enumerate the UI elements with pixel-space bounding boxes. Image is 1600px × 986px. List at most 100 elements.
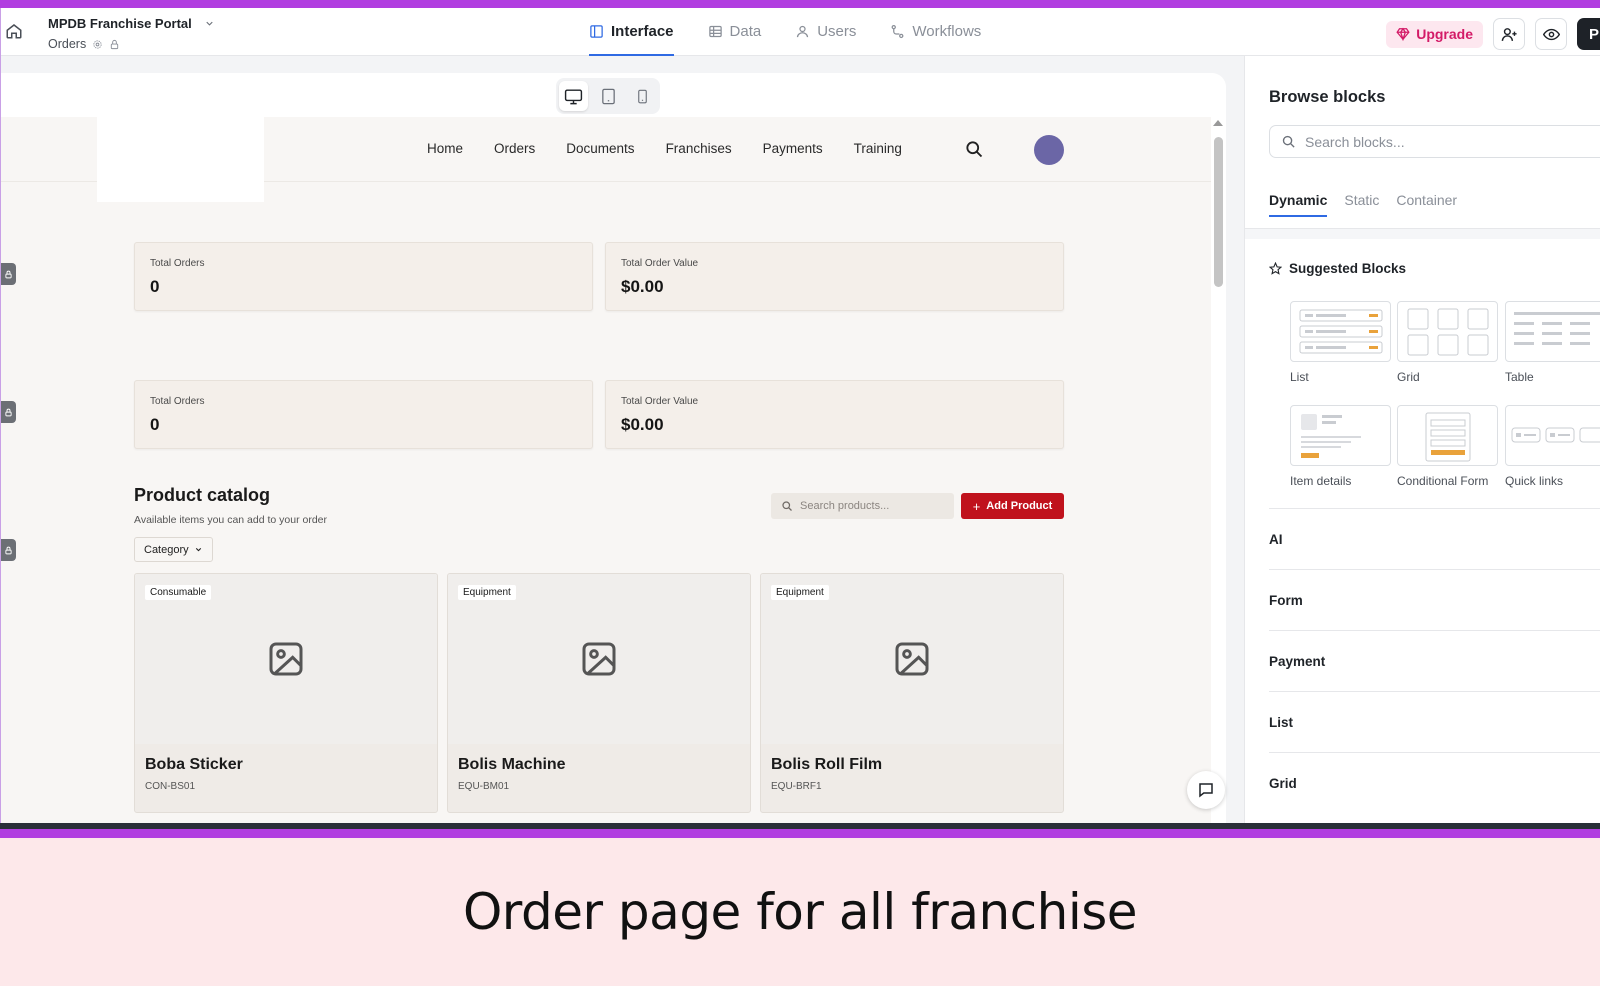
nav-documents[interactable]: Documents xyxy=(566,141,634,156)
preview-scrollbar[interactable] xyxy=(1211,117,1226,823)
caption-banner: Order page for all franchise xyxy=(0,838,1600,986)
product-search-input[interactable]: Search products... xyxy=(771,493,954,519)
block-label: List xyxy=(1290,370,1309,384)
app-window: MPDB Franchise Portal Orders Interface D… xyxy=(0,8,1600,823)
product-sku: EQU-BM01 xyxy=(458,781,510,792)
mobile-view-button[interactable] xyxy=(628,81,657,111)
publish-button[interactable]: P xyxy=(1577,18,1600,50)
top-actions: Upgrade P xyxy=(1386,18,1600,50)
category-badge: Consumable xyxy=(145,585,212,600)
block-category-ai[interactable]: AI xyxy=(1269,508,1600,569)
block-label: Grid xyxy=(1397,370,1420,384)
tab-container[interactable]: Container xyxy=(1396,192,1457,217)
block-tile-quick-links[interactable] xyxy=(1505,405,1600,466)
eye-icon xyxy=(1542,28,1560,40)
user-icon xyxy=(797,25,809,38)
nav-orders[interactable]: Orders xyxy=(494,141,535,156)
tab-dynamic[interactable]: Dynamic xyxy=(1269,192,1328,217)
nav-payments[interactable]: Payments xyxy=(763,141,823,156)
divider xyxy=(1245,229,1600,239)
browse-blocks-panel: Browse blocks Search blocks... Dynamic S… xyxy=(1244,56,1600,823)
scroll-thumb[interactable] xyxy=(1214,137,1223,287)
preview-frame: Home Orders Documents Franchises Payment… xyxy=(1,73,1226,823)
block-tabs: Dynamic Static Container xyxy=(1269,192,1474,217)
home-icon[interactable] xyxy=(3,20,25,42)
preview-button[interactable] xyxy=(1535,18,1567,50)
nav-franchises[interactable]: Franchises xyxy=(666,141,732,156)
table-icon xyxy=(708,25,722,38)
lock-icon xyxy=(5,270,12,278)
tab-data[interactable]: Data xyxy=(708,8,761,55)
page-name: Orders xyxy=(48,37,87,51)
nav-training[interactable]: Training xyxy=(854,141,902,156)
site-navbar: Home Orders Documents Franchises Payment… xyxy=(1,117,1211,202)
locked-block-handle[interactable] xyxy=(1,539,16,561)
stat-card-total-order-value[interactable]: Total Order Value $0.00 xyxy=(605,242,1064,311)
block-category-grid[interactable]: Grid xyxy=(1269,752,1600,813)
image-icon xyxy=(582,642,616,676)
locked-block-handle[interactable] xyxy=(1,401,16,423)
canvas-area: Home Orders Documents Franchises Payment… xyxy=(1,56,1244,823)
block-label: Item details xyxy=(1290,474,1352,488)
chat-icon xyxy=(1199,783,1213,798)
invite-user-button[interactable] xyxy=(1493,18,1525,50)
block-label: Table xyxy=(1505,370,1534,384)
block-search-input[interactable]: Search blocks... xyxy=(1269,125,1600,158)
product-sku: EQU-BRF1 xyxy=(771,781,822,792)
block-tile-table[interactable] xyxy=(1505,301,1600,362)
tab-workflows[interactable]: Workflows xyxy=(890,8,981,55)
top-bar: MPDB Franchise Portal Orders Interface D… xyxy=(1,8,1600,56)
category-badge: Equipment xyxy=(771,585,829,600)
stat-card-total-orders[interactable]: Total Orders 0 xyxy=(134,242,593,311)
chevron-down-icon[interactable] xyxy=(204,18,215,29)
category-badge: Equipment xyxy=(458,585,516,600)
main-tabs: Interface Data Users Workflows xyxy=(589,8,1015,56)
tab-users[interactable]: Users xyxy=(795,8,856,55)
avatar[interactable] xyxy=(1034,135,1064,165)
panel-title: Browse blocks xyxy=(1269,88,1386,106)
site-nav-links: Home Orders Documents Franchises Payment… xyxy=(427,141,933,156)
search-icon[interactable] xyxy=(964,139,984,164)
product-card[interactable]: Consumable Boba Sticker CON-BS01 xyxy=(134,573,438,813)
workflow-icon xyxy=(891,24,904,39)
tab-static[interactable]: Static xyxy=(1344,192,1379,217)
nav-home[interactable]: Home xyxy=(427,141,463,156)
tablet-icon xyxy=(601,88,615,104)
star-icon xyxy=(1269,262,1282,275)
project-selector[interactable]: MPDB Franchise Portal Orders xyxy=(48,16,215,51)
image-icon xyxy=(269,642,303,676)
locked-block-handle[interactable] xyxy=(1,263,16,285)
add-user-icon xyxy=(1501,27,1517,41)
product-name: Bolis Roll Film xyxy=(771,756,883,773)
block-category-payment[interactable]: Payment xyxy=(1269,630,1600,691)
scroll-up-icon[interactable] xyxy=(1213,120,1223,126)
add-product-button[interactable]: + Add Product xyxy=(961,493,1064,519)
block-category-list[interactable]: List xyxy=(1269,691,1600,752)
desktop-view-button[interactable] xyxy=(559,81,588,111)
tab-interface[interactable]: Interface xyxy=(589,8,674,56)
tablet-view-button[interactable] xyxy=(594,81,623,111)
gear-icon[interactable] xyxy=(92,39,103,50)
stat-card-total-order-value[interactable]: Total Order Value $0.00 xyxy=(605,380,1064,449)
chat-button[interactable] xyxy=(1187,771,1225,809)
caption-text: Order page for all franchise xyxy=(462,883,1138,941)
search-icon xyxy=(1282,135,1295,148)
block-tile-item-details[interactable] xyxy=(1290,405,1391,466)
category-filter[interactable]: Category xyxy=(134,537,213,562)
lock-icon xyxy=(111,39,119,49)
chevron-down-icon xyxy=(195,547,201,552)
catalog-title: Product catalog xyxy=(134,485,271,505)
block-tile-list[interactable] xyxy=(1290,301,1391,362)
product-card[interactable]: Equipment Bolis Roll Film EQU-BRF1 xyxy=(760,573,1064,813)
block-tile-conditional-form[interactable] xyxy=(1397,405,1498,466)
window-bottom-edge xyxy=(0,823,1600,829)
site-logo-placeholder[interactable] xyxy=(97,117,264,202)
stat-card-total-orders[interactable]: Total Orders 0 xyxy=(134,380,593,449)
product-sku: CON-BS01 xyxy=(145,781,196,792)
device-toggle xyxy=(556,78,660,114)
upgrade-button[interactable]: Upgrade xyxy=(1386,20,1483,48)
block-tile-grid[interactable] xyxy=(1397,301,1498,362)
layout-icon xyxy=(590,25,603,38)
block-category-form[interactable]: Form xyxy=(1269,569,1600,630)
product-card[interactable]: Equipment Bolis Machine EQU-BM01 xyxy=(447,573,751,813)
